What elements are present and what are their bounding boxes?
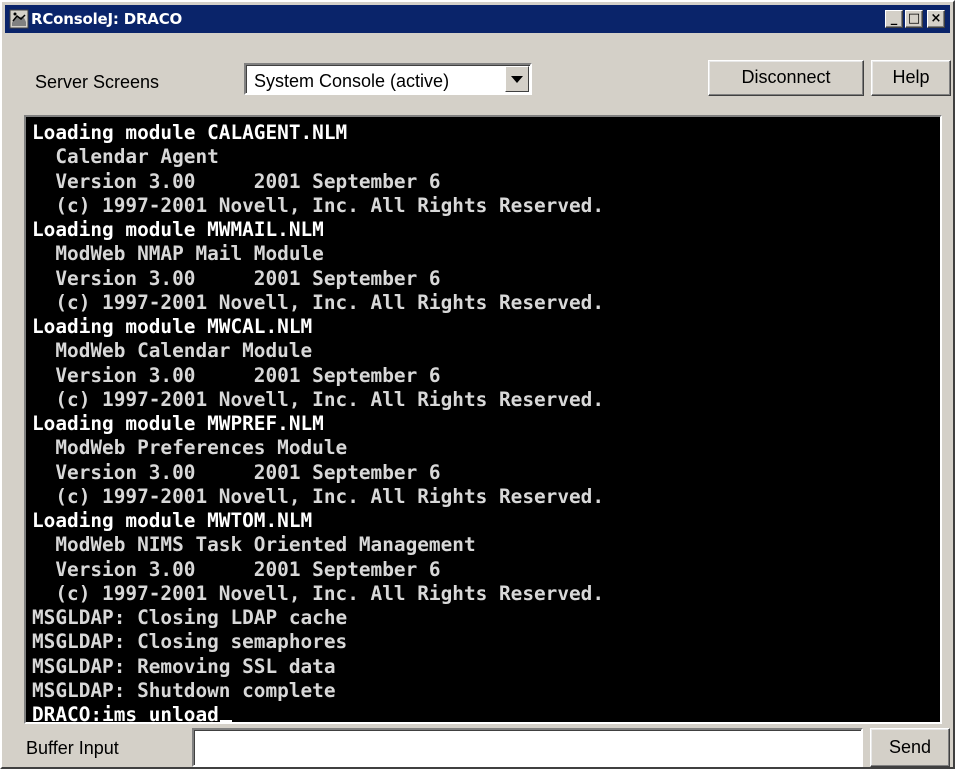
minimize-icon: _ [890, 11, 898, 26]
server-screen-select-value: System Console (active) [254, 71, 450, 91]
console-line: ModWeb NIMS Task Oriented Management [32, 533, 476, 557]
console-line: ModWeb Preferences Module [32, 436, 348, 460]
title-bar[interactable]: RConsoleJ: DRACO _ □ × [5, 5, 950, 33]
console-line: (c) 1997-2001 Novell, Inc. All Rights Re… [32, 290, 605, 314]
console-line: Version 3.00 2001 September 6 [32, 460, 441, 484]
console-line: Loading module MWTOM.NLM [32, 509, 313, 532]
window-title: RConsoleJ: DRACO [31, 10, 183, 28]
send-button[interactable]: Send [870, 728, 950, 767]
close-icon: × [930, 11, 942, 26]
chevron-down-icon [511, 76, 523, 83]
rconsole-window: RConsoleJ: DRACO _ □ × Server Screens Sy… [0, 0, 955, 769]
console-line: Loading module CALAGENT.NLM [32, 121, 348, 144]
disconnect-button[interactable]: Disconnect [708, 60, 864, 96]
console-line: Version 3.00 2001 September 6 [32, 363, 441, 387]
console-line: Version 3.00 2001 September 6 [32, 557, 441, 581]
console-line: Version 3.00 2001 September 6 [32, 169, 441, 193]
console-line: Version 3.00 2001 September 6 [32, 266, 441, 290]
console-line: MSGLDAP: Removing SSL data [32, 654, 336, 678]
console-line: (c) 1997-2001 Novell, Inc. All Rights Re… [32, 193, 605, 217]
console-line: ModWeb Calendar Module [32, 339, 313, 363]
minimize-button[interactable]: _ [885, 10, 903, 28]
server-screen-select[interactable]: System Console (active) [244, 63, 532, 95]
server-screens-label: Server Screens [35, 72, 160, 92]
toolbar: Server Screens System Console (active) D… [5, 34, 951, 114]
console-line: MSGLDAP: Closing LDAP cache [32, 606, 348, 629]
console-prompt-line: DRACO:ims unload [32, 703, 604, 724]
app-logo-icon [9, 9, 29, 29]
maximize-icon: □ [907, 11, 921, 26]
buffer-input-label: Buffer Input [26, 738, 119, 758]
console-line: MSGLDAP: Closing semaphores [32, 630, 348, 654]
console-line: Loading module MWPREF.NLM [32, 412, 324, 435]
close-button[interactable]: × [927, 10, 945, 28]
console-line: (c) 1997-2001 Novell, Inc. All Rights Re… [32, 484, 605, 508]
dropdown-arrow-button[interactable] [505, 66, 529, 92]
console-line: (c) 1997-2001 Novell, Inc. All Rights Re… [32, 581, 605, 605]
help-button[interactable]: Help [871, 60, 951, 96]
console-line: Calendar Agent [32, 145, 219, 169]
console-output[interactable]: Loading module CALAGENT.NLM Calendar Age… [24, 115, 942, 724]
text-cursor [219, 720, 232, 722]
buffer-input-field[interactable] [192, 728, 863, 767]
console-lines: Loading module CALAGENT.NLM Calendar Age… [32, 121, 605, 724]
console-line: Loading module MWCAL.NLM [32, 315, 313, 338]
maximize-button[interactable]: □ [905, 10, 923, 28]
console-line: ModWeb NMAP Mail Module [32, 242, 324, 266]
console-line: MSGLDAP: Shutdown complete [32, 678, 336, 702]
console-prompt: DRACO:ims unload [32, 703, 219, 724]
console-line: Loading module MWMAIL.NLM [32, 218, 324, 241]
console-line: (c) 1997-2001 Novell, Inc. All Rights Re… [32, 387, 605, 411]
